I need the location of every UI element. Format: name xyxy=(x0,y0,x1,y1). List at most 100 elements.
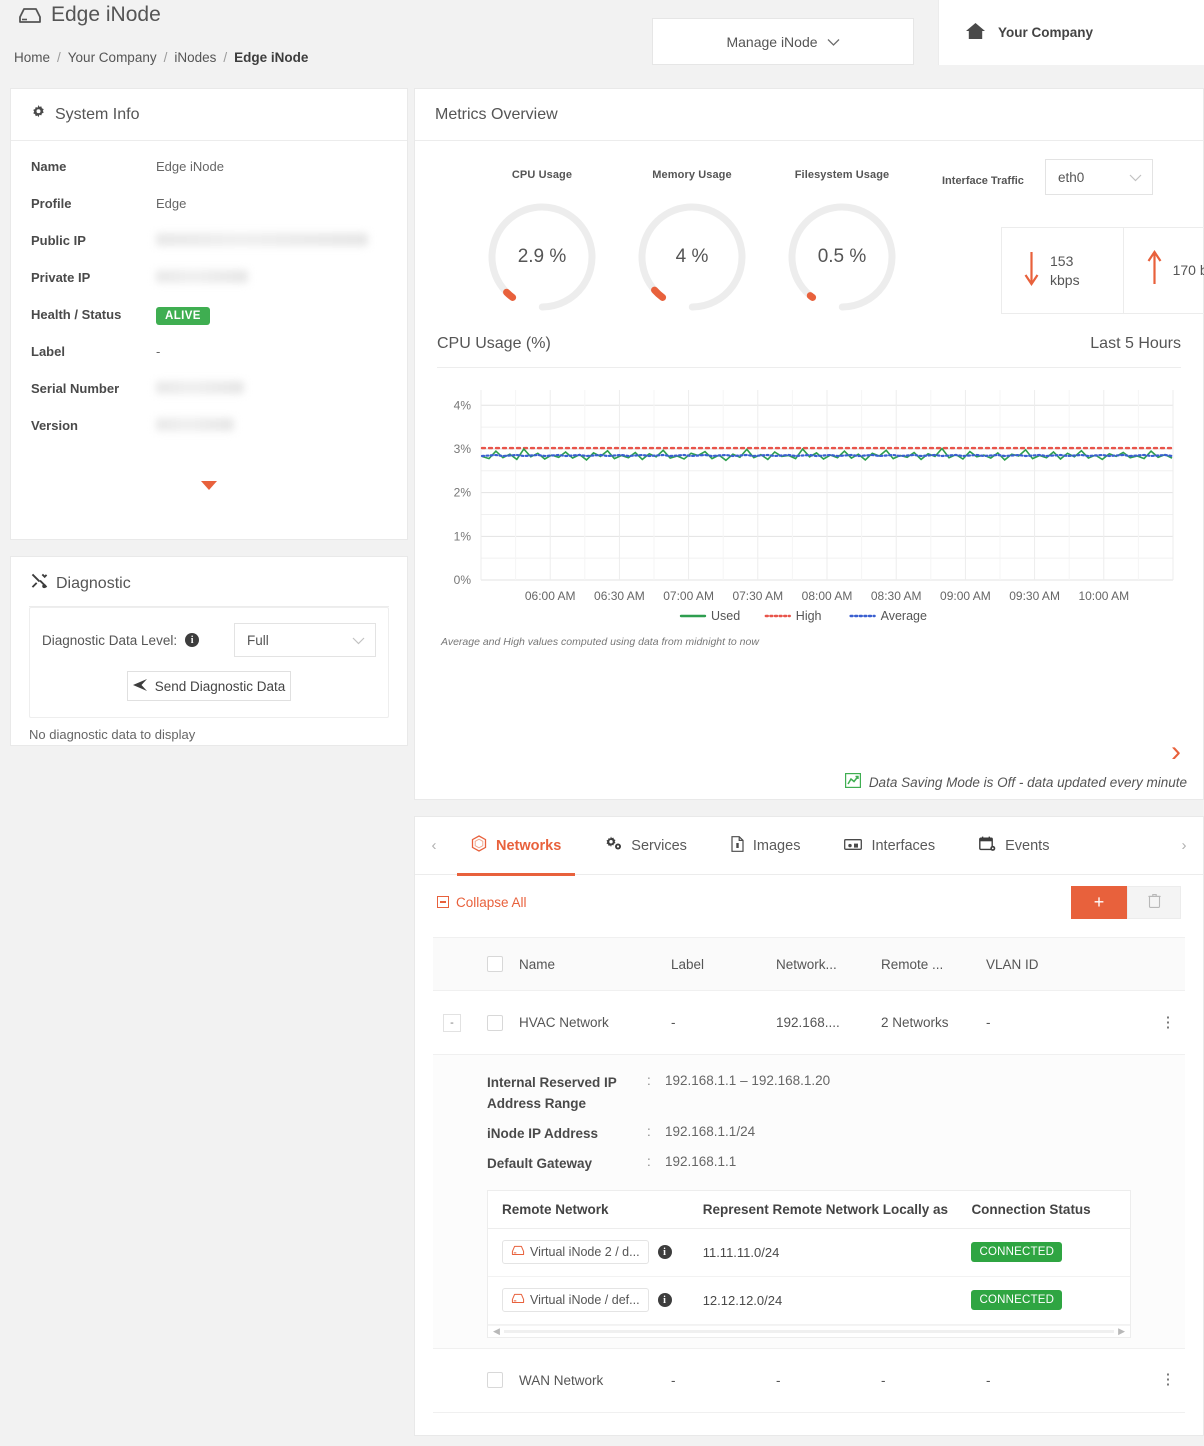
column-header-remote-network: Remote Network xyxy=(502,1201,609,1217)
cell-remote: 2 Networks xyxy=(881,1015,949,1030)
column-header-remote[interactable]: Remote ... xyxy=(881,957,986,972)
scroll-right-icon[interactable]: ▶ xyxy=(1118,1326,1125,1337)
diagnostic-level-value: Full xyxy=(247,632,269,648)
system-info-title: System Info xyxy=(55,105,140,123)
sysinfo-key: Serial Number xyxy=(31,381,120,396)
send-diagnostic-data-button[interactable]: Send Diagnostic Data xyxy=(127,671,291,701)
connection-status-badge: CONNECTED xyxy=(971,1290,1063,1311)
send-icon xyxy=(132,678,147,694)
breadcrumb-inodes[interactable]: iNodes xyxy=(174,50,216,65)
tab-events[interactable]: Events xyxy=(957,817,1071,875)
traffic-download: 153 kbps xyxy=(1002,228,1123,313)
cell-vlan-id: - xyxy=(986,1015,991,1030)
tabs-scroll-right[interactable]: › xyxy=(1169,837,1199,854)
breadcrumb-home[interactable]: Home xyxy=(14,50,50,65)
row-checkbox[interactable] xyxy=(471,1014,519,1031)
breadcrumb-separator: / xyxy=(223,50,228,65)
chart-header: CPU Usage (%) Last 5 Hours xyxy=(437,335,1181,368)
manage-inode-label: Manage iNode xyxy=(726,33,818,50)
detail-key: iNode IP Address xyxy=(487,1125,599,1141)
image-file-icon xyxy=(731,835,744,856)
tab-images[interactable]: Images xyxy=(709,817,823,875)
remote-network-local-representation: 12.12.12.0/24 xyxy=(702,1292,783,1308)
svg-text:10:00 AM: 10:00 AM xyxy=(1078,589,1129,603)
breadcrumb-separator: / xyxy=(57,50,61,65)
diagnostic-level-label: Diagnostic Data Level: xyxy=(42,632,178,648)
info-icon[interactable]: i xyxy=(657,1245,672,1260)
company-name: Your Company xyxy=(998,25,1094,40)
tabs-bar: ‹ Networks Services Images Interfaces Ev… xyxy=(415,817,1203,876)
svg-text:1%: 1% xyxy=(454,529,472,543)
traffic-box: 153 kbps 170 bps xyxy=(1001,227,1204,314)
remote-networks-hscrollbar[interactable]: ◀ ▶ xyxy=(488,1324,1130,1337)
tab-services[interactable]: Services xyxy=(583,817,709,875)
diagnostic-level-select[interactable]: Full xyxy=(234,623,376,657)
info-icon[interactable]: i xyxy=(657,1293,672,1308)
cell-name: HVAC Network xyxy=(519,1015,609,1030)
svg-text:3%: 3% xyxy=(454,442,472,456)
chevron-right-icon: › xyxy=(1171,735,1181,768)
column-header-name[interactable]: Name xyxy=(519,957,671,972)
row-expander[interactable]: - xyxy=(433,1013,471,1032)
column-header-represent-locally: Represent Remote Network Locally as xyxy=(702,1201,949,1217)
add-network-button[interactable]: + xyxy=(1071,885,1127,919)
delete-network-button[interactable] xyxy=(1127,885,1181,919)
networks-table: Name Label Network... Remote ... VLAN ID… xyxy=(433,937,1185,1413)
cell-name: WAN Network xyxy=(519,1372,604,1388)
interface-traffic-section: Interface Traffic eth0 153 kbps 170 b xyxy=(917,159,1204,317)
tab-networks[interactable]: Networks xyxy=(449,817,583,876)
sysinfo-row-label: Label - xyxy=(31,344,387,381)
sysinfo-row-serial-number: Serial Number xyxy=(31,381,387,418)
table-row[interactable]: WAN Network - - - - ⋮ xyxy=(433,1349,1185,1413)
tab-interfaces[interactable]: Interfaces xyxy=(822,817,957,875)
sysinfo-key: Health / Status xyxy=(31,307,122,322)
remote-network-row: Virtual iNode / def... i 12.12.12.0/24 C… xyxy=(488,1277,1130,1325)
gauge-memory-usage: Memory Usage 4 % xyxy=(617,169,767,317)
data-saving-mode-note: Data Saving Mode is Off - data updated e… xyxy=(844,772,1187,791)
chart-next-button[interactable]: › xyxy=(845,737,1187,773)
status-badge: ALIVE xyxy=(156,307,210,325)
data-saving-mode-text: Data Saving Mode is Off - data updated e… xyxy=(868,774,1187,790)
sysinfo-value-redacted xyxy=(156,381,244,394)
select-all-checkbox[interactable] xyxy=(471,956,519,972)
svg-text:08:00 AM: 08:00 AM xyxy=(802,589,853,603)
tabs-scroll-left[interactable]: ‹ xyxy=(419,837,449,854)
remote-network-chip[interactable]: Virtual iNode 2 / d... xyxy=(502,1240,649,1265)
company-selector[interactable]: Your Company xyxy=(938,0,1204,65)
sysinfo-key: Name xyxy=(31,159,67,174)
svg-text:06:30 AM: 06:30 AM xyxy=(594,589,645,603)
chevron-down-icon xyxy=(352,633,365,648)
chevron-down-icon xyxy=(1129,170,1142,185)
row-menu-button[interactable]: ⋮ xyxy=(1151,1371,1185,1389)
breadcrumb-separator: / xyxy=(163,50,168,65)
chart-footnote: Average and High values computed using d… xyxy=(441,636,759,648)
remote-network-chip-label: Virtual iNode / def... xyxy=(530,1293,640,1308)
breadcrumb-company[interactable]: Your Company xyxy=(68,50,157,65)
interface-select[interactable]: eth0 xyxy=(1045,159,1153,195)
sysinfo-key: Public IP xyxy=(31,233,86,248)
column-header-vlan-id[interactable]: VLAN ID xyxy=(986,957,1106,972)
scroll-left-icon[interactable]: ◀ xyxy=(493,1326,500,1337)
svg-text:09:30 AM: 09:30 AM xyxy=(1009,589,1060,603)
sysinfo-value-redacted xyxy=(156,418,234,431)
row-menu-button[interactable]: ⋮ xyxy=(1151,1014,1185,1032)
gauge-dial: 0.5 % xyxy=(782,197,902,317)
row-checkbox[interactable] xyxy=(471,1372,519,1389)
collapse-all-button[interactable]: Collapse All xyxy=(437,895,527,910)
column-header-network[interactable]: Network... xyxy=(776,957,881,972)
sysinfo-row-version: Version xyxy=(31,418,387,455)
networks-toolbar: Collapse All + xyxy=(415,875,1203,929)
manage-inode-button[interactable]: Manage iNode xyxy=(652,18,914,65)
diagnostic-level-row: Diagnostic Data Level: i Full xyxy=(42,623,376,657)
system-info-expand-button[interactable] xyxy=(11,481,407,490)
column-header-label[interactable]: Label xyxy=(671,957,776,972)
remote-network-chip[interactable]: Virtual iNode / def... xyxy=(502,1288,649,1313)
detail-field-internal-reserved-ip-range: Internal Reserved IP Address Range : 192… xyxy=(433,1073,1185,1124)
sysinfo-row-private-ip: Private IP xyxy=(31,270,387,307)
tab-label: Images xyxy=(752,837,801,854)
chart-line-icon xyxy=(844,772,862,791)
info-icon[interactable]: i xyxy=(185,633,200,647)
sysinfo-row-health-status: Health / Status ALIVE xyxy=(31,307,387,344)
table-row[interactable]: - HVAC Network - 192.168.... 2 Networks … xyxy=(433,991,1185,1055)
system-info-header: System Info xyxy=(11,89,407,141)
